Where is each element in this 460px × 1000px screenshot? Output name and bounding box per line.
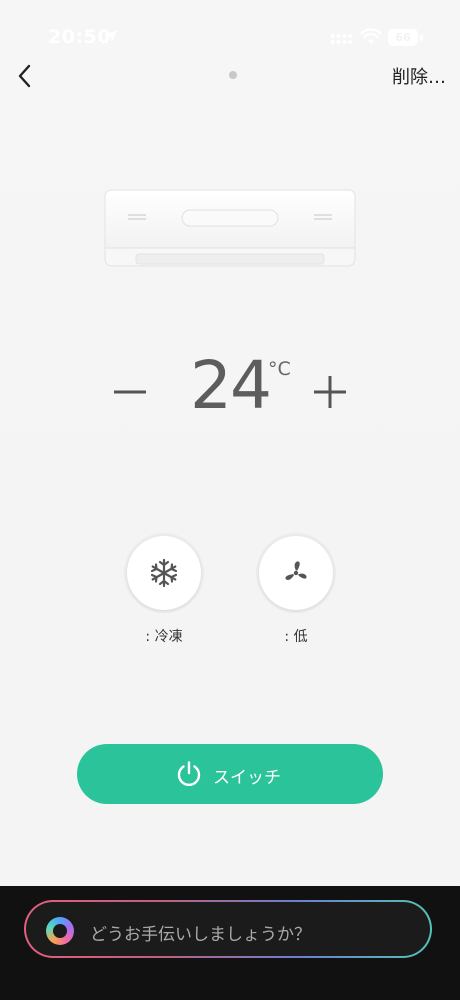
battery-cap [420, 35, 423, 41]
status-time: 20:50 [48, 26, 111, 48]
temperature-value: 24 [190, 347, 272, 424]
fan-icon [285, 561, 307, 580]
power-icon [177, 761, 201, 787]
mode-label: : 冷凍 [145, 629, 183, 645]
fan-speed-label: : 低 [284, 629, 308, 645]
fan-speed-button[interactable] [259, 536, 333, 610]
battery-indicator: 66 [388, 29, 418, 46]
air-conditioner-illustration [104, 189, 356, 267]
assistant-placeholder: どうお手伝いしましょうか？ [90, 925, 311, 945]
delete-menu-button[interactable]: 削除… [392, 63, 446, 89]
page-indicator-dot [229, 71, 237, 79]
back-chevron-icon[interactable] [14, 62, 36, 90]
assistant-input[interactable]: どうお手伝いしましょうか？ [24, 900, 432, 958]
status-bar: 20:50 66 [0, 0, 460, 76]
temperature-unit: °C [268, 358, 291, 380]
wifi-icon [360, 28, 382, 44]
assistant-bar: どうお手伝いしましょうか？ [0, 886, 460, 1000]
power-switch-button[interactable]: スイッチ [77, 744, 383, 804]
increase-temperature-button[interactable] [308, 362, 352, 422]
decrease-temperature-button[interactable] [110, 362, 150, 422]
power-switch-label: スイッチ [213, 768, 281, 788]
location-arrow-icon [105, 30, 117, 42]
assistant-logo-icon [46, 917, 74, 945]
mode-button[interactable] [127, 536, 201, 610]
cellular-signal-icon [330, 34, 352, 44]
snowflake-icon [150, 558, 178, 588]
